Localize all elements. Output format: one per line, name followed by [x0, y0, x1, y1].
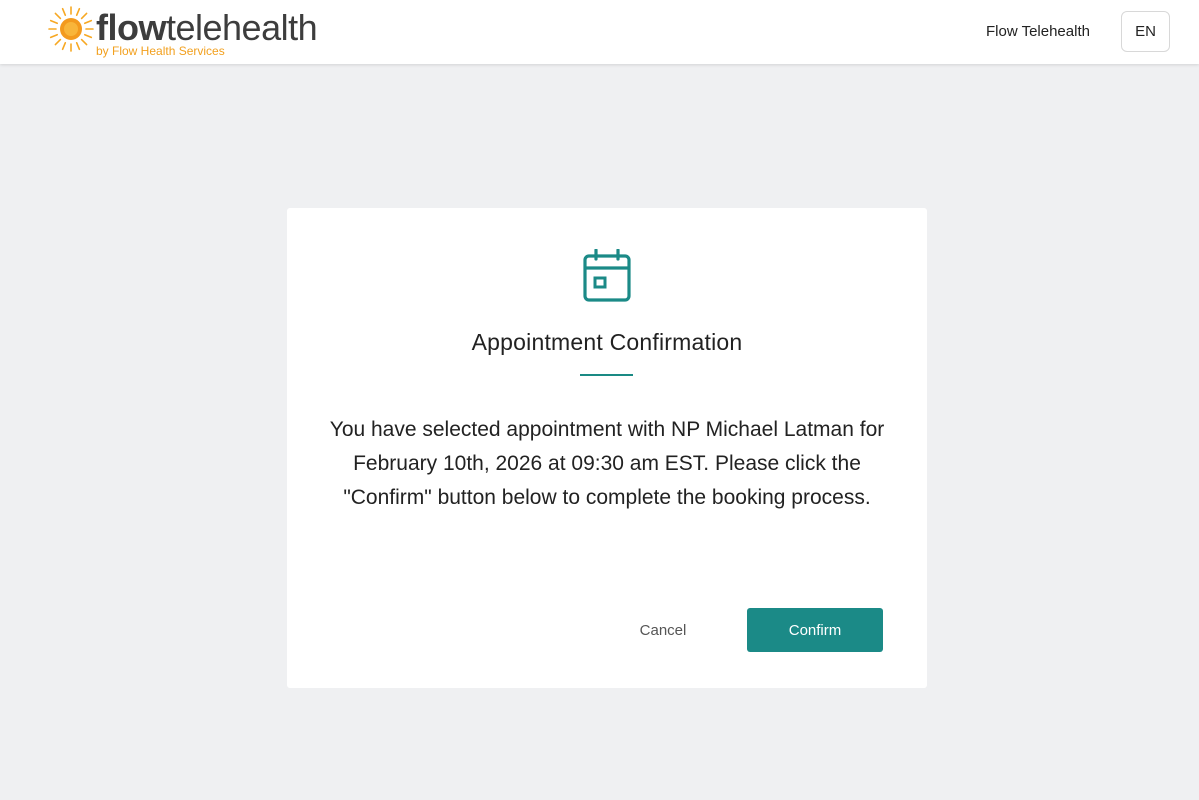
dialog-message: You have selected appointment with NP Mi… — [329, 418, 885, 509]
sun-logo-icon — [48, 6, 94, 52]
language-selector-button[interactable]: EN — [1121, 11, 1170, 52]
logo-word-flow: flow — [96, 7, 166, 48]
flow-telehealth-logo[interactable]: flowtelehealth by Flow Health Services — [46, 4, 346, 60]
title-divider — [580, 374, 633, 376]
logo-tagline: by Flow Health Services — [96, 44, 225, 58]
cancel-button[interactable]: Cancel — [611, 608, 715, 652]
top-header: flowtelehealth by Flow Health Services F… — [0, 0, 1199, 64]
nav-brand-link[interactable]: Flow Telehealth — [986, 23, 1090, 40]
calendar-icon — [583, 249, 631, 302]
appointment-confirmation-dialog: Appointment Confirmation You have select… — [287, 208, 927, 688]
logo-wordmark: flowtelehealth — [96, 7, 318, 48]
dialog-title: Appointment Confirmation — [471, 329, 743, 355]
confirm-button[interactable]: Confirm — [747, 608, 883, 652]
logo-word-telehealth: telehealth — [165, 7, 318, 48]
